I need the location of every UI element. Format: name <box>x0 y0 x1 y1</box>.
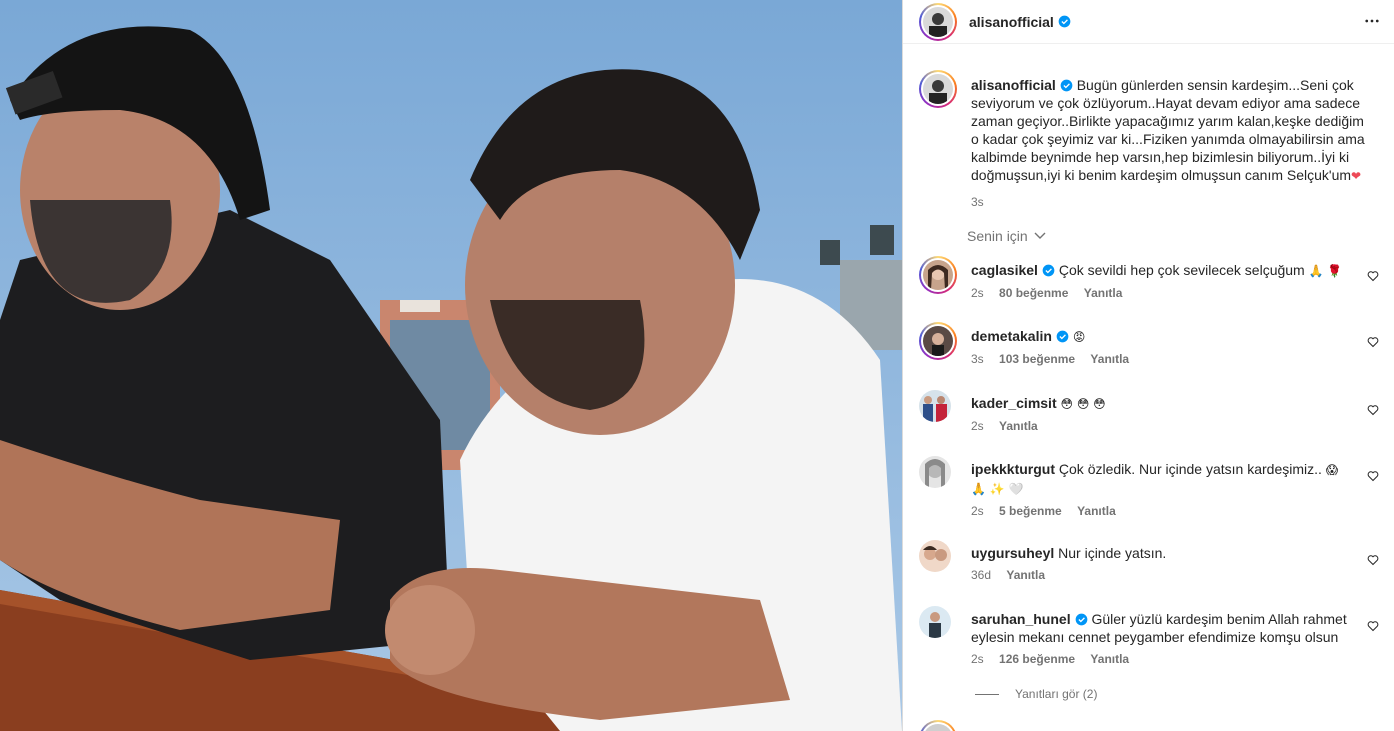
comment-likes[interactable]: 103 beğenme <box>999 352 1075 366</box>
commenter-username[interactable]: saruhan_hunel <box>971 611 1071 627</box>
post-caption: alisanofficial Bugün günlerden sensin ka… <box>919 70 1379 210</box>
comment-time: 36d <box>971 568 992 582</box>
comment-likes[interactable]: 126 beğenme <box>999 652 1075 666</box>
comment-item: uygursuheyl Nur içinde yatsın. 36d Yanıt… <box>919 540 1379 592</box>
comment-emoji: 😳 😳 😳 <box>1060 397 1106 411</box>
commenter-avatar[interactable] <box>919 606 951 638</box>
reply-button[interactable]: Yanıtla <box>1006 568 1045 582</box>
author-avatar[interactable] <box>923 6 953 37</box>
commenter-username[interactable]: demetakalin <box>971 328 1052 344</box>
comment-item: ipekkkturgut Çok özledik. Nur içinde yat… <box>919 456 1379 520</box>
comment-item: demetakalin 😡 3s 103 beğenme Yanıtla <box>919 322 1379 382</box>
author-avatar-story-ring[interactable] <box>919 2 957 41</box>
comment-item: kader_cimsit 😳 😳 😳 2s Yanıtla <box>919 390 1379 450</box>
comment-sort-label: Senin için <box>967 228 1028 244</box>
heart-icon[interactable] <box>1367 404 1379 416</box>
verified-badge-icon <box>1060 79 1073 92</box>
comment-emoji: 😡 <box>1072 330 1086 344</box>
heart-icon[interactable] <box>1367 620 1379 632</box>
reply-button[interactable]: Yanıtla <box>1090 652 1129 666</box>
comment-sort-dropdown[interactable]: Senin için <box>967 228 1046 244</box>
commenter-username[interactable]: ipekkkturgut <box>971 461 1055 477</box>
author-username[interactable]: alisanofficial <box>969 14 1054 30</box>
caption-text: alisanofficial Bugün günlerden sensin ka… <box>971 76 1373 185</box>
heart-icon[interactable] <box>1367 336 1379 348</box>
comment-emoji: 🙏 🌹 <box>1308 264 1343 278</box>
commenter-username[interactable]: uygursuheyl <box>971 545 1054 561</box>
comment-time: 2s <box>971 286 984 300</box>
caption-heart-emoji: ❤ <box>1351 169 1362 183</box>
caption-time: 3s <box>971 195 984 209</box>
commenter-avatar-story-ring[interactable] <box>919 256 957 294</box>
heart-icon[interactable] <box>1367 554 1379 566</box>
verified-badge-icon <box>1075 613 1087 626</box>
commenter-avatar[interactable] <box>919 540 951 572</box>
reply-button[interactable]: Yanıtla <box>999 419 1038 433</box>
heart-icon[interactable] <box>1367 470 1379 482</box>
post-details-panel: alisanofficial alisanofficial Bugün günl… <box>902 0 1394 731</box>
comment-item: caglasikel Çok sevildi hep çok sevilecek… <box>919 256 1379 316</box>
comment-item: saruhan_hunel Güler yüzlü kardeşim benim… <box>919 606 1379 670</box>
caption-author-avatar[interactable] <box>919 70 957 108</box>
commenter-avatar-story-ring[interactable] <box>919 322 957 360</box>
reply-button[interactable]: Yanıtla <box>1090 352 1129 366</box>
view-replies-button[interactable]: Yanıtları gör (2) <box>975 687 1097 701</box>
view-replies-label: Yanıtları gör (2) <box>1015 687 1098 701</box>
reply-button[interactable]: Yanıtla <box>1084 286 1123 300</box>
comment-likes[interactable]: 5 beğenme <box>999 504 1062 518</box>
caption-username[interactable]: alisanofficial <box>971 77 1056 93</box>
comment-likes[interactable]: 80 beğenme <box>999 286 1068 300</box>
commenter-username[interactable]: kader_cimsit <box>971 395 1057 411</box>
commenter-avatar[interactable] <box>919 390 951 422</box>
reply-button[interactable]: Yanıtla <box>1077 504 1116 518</box>
next-commenter-avatar-story-ring[interactable] <box>919 720 957 731</box>
commenter-avatar[interactable] <box>919 456 951 488</box>
verified-badge-icon <box>1042 264 1055 277</box>
comment-text: Çok sevildi hep çok sevilecek selçuğum <box>1058 262 1305 278</box>
post-photo-illustration <box>0 0 902 731</box>
chevron-down-icon <box>1034 232 1046 239</box>
comment-time: 2s <box>971 504 984 518</box>
post-photo <box>0 0 902 731</box>
verified-badge-icon <box>1058 15 1071 28</box>
commenter-username[interactable]: caglasikel <box>971 262 1038 278</box>
comment-time: 2s <box>971 419 984 433</box>
comment-time: 2s <box>971 652 984 666</box>
comment-text: Nur içinde yatsın. <box>1058 545 1167 561</box>
comment-time: 3s <box>971 352 984 366</box>
view-replies-divider <box>975 693 999 695</box>
heart-icon[interactable] <box>1367 270 1379 282</box>
more-options-icon[interactable] <box>1363 12 1381 30</box>
comment-text: Çok özledik. Nur içinde yatsın kardeşimi… <box>1058 461 1322 477</box>
verified-badge-icon <box>1056 330 1069 343</box>
post-header: alisanofficial <box>903 0 1394 44</box>
